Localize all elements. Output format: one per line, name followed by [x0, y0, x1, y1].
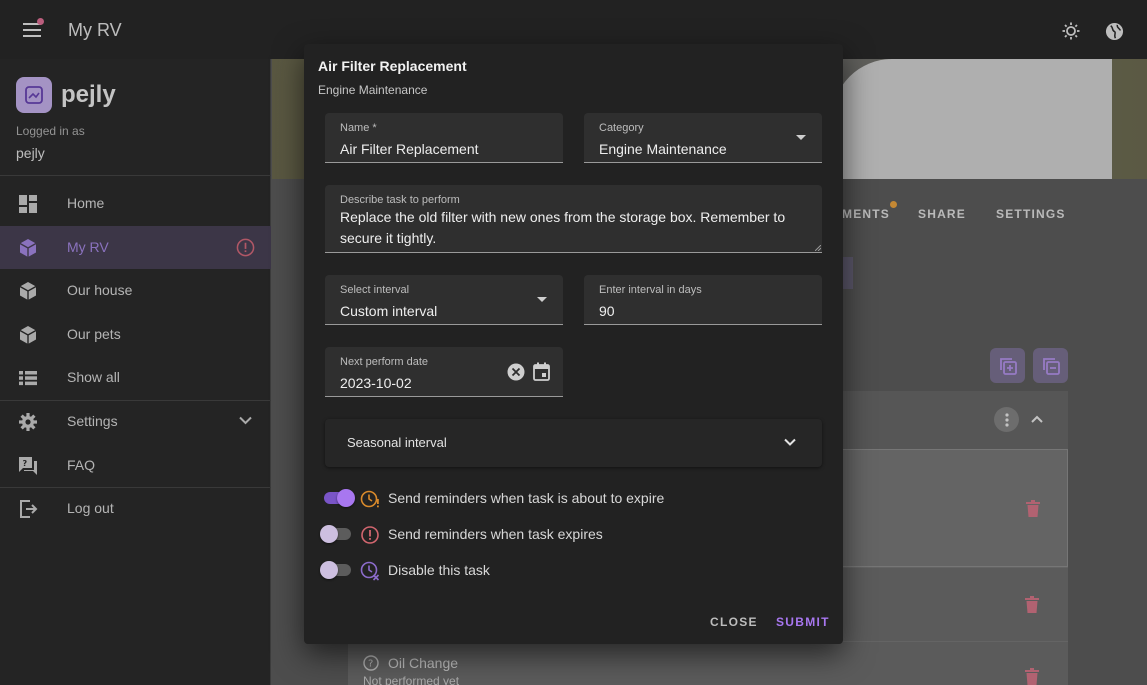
close-button[interactable]: CLOSE	[710, 615, 758, 629]
description-field[interactable]: Describe task to perform Replace the old…	[325, 185, 822, 253]
submit-button[interactable]: SUBMIT	[776, 615, 830, 629]
edit-task-dialog: Air Filter Replacement Engine Maintenanc…	[304, 44, 843, 644]
toggle-knob	[320, 525, 338, 543]
toggle-knob	[320, 561, 338, 579]
interval-select[interactable]: Select interval Custom interval	[325, 275, 563, 325]
toggle-label: Disable this task	[388, 562, 490, 578]
field-label: Describe task to perform	[340, 194, 460, 206]
toggle-knob	[337, 489, 355, 507]
clear-icon[interactable]	[507, 363, 525, 381]
dialog-subtitle: Engine Maintenance	[318, 83, 428, 97]
field-label: Name *	[340, 122, 377, 134]
toggle-label: Send reminders when task expires	[388, 526, 603, 542]
dropdown-arrow-icon	[537, 297, 547, 302]
field-label: Next perform date	[340, 356, 429, 368]
disable-task-toggle[interactable]	[320, 561, 351, 579]
toggle-label: Send reminders when task is about to exp…	[388, 490, 665, 506]
field-value: 90	[599, 303, 615, 319]
seasonal-interval-expander[interactable]: Seasonal interval	[325, 419, 822, 467]
interval-days-input[interactable]: Enter interval in days 90	[584, 275, 822, 325]
seasonal-label: Seasonal interval	[347, 435, 447, 450]
name-field[interactable]: Name * Air Filter Replacement	[325, 113, 563, 163]
chevron-down-icon	[784, 438, 796, 446]
app-root: My RV pejly Logged in as pejly Home My R…	[0, 0, 1147, 685]
calendar-icon[interactable]	[533, 362, 550, 381]
field-label: Enter interval in days	[599, 284, 702, 296]
clock-alert-icon	[360, 490, 379, 508]
field-value: Replace the old filter with new ones fro…	[340, 209, 786, 246]
field-label: Select interval	[340, 284, 410, 296]
category-select[interactable]: Category Engine Maintenance	[584, 113, 822, 163]
field-label: Category	[599, 122, 644, 134]
clock-off-icon	[360, 561, 380, 581]
reminder-before-expire-toggle[interactable]	[324, 489, 355, 507]
reminder-on-expire-toggle[interactable]	[320, 525, 351, 543]
alert-circle-icon	[361, 526, 379, 544]
dialog-title: Air Filter Replacement	[318, 58, 467, 74]
resize-handle-icon[interactable]	[815, 245, 821, 251]
field-value: Engine Maintenance	[599, 141, 727, 157]
field-value: Custom interval	[340, 303, 438, 319]
field-value: Air Filter Replacement	[340, 141, 479, 157]
next-date-input[interactable]: Next perform date 2023-10-02	[325, 347, 563, 397]
field-value: 2023-10-02	[340, 375, 412, 391]
dropdown-arrow-icon	[796, 135, 806, 140]
